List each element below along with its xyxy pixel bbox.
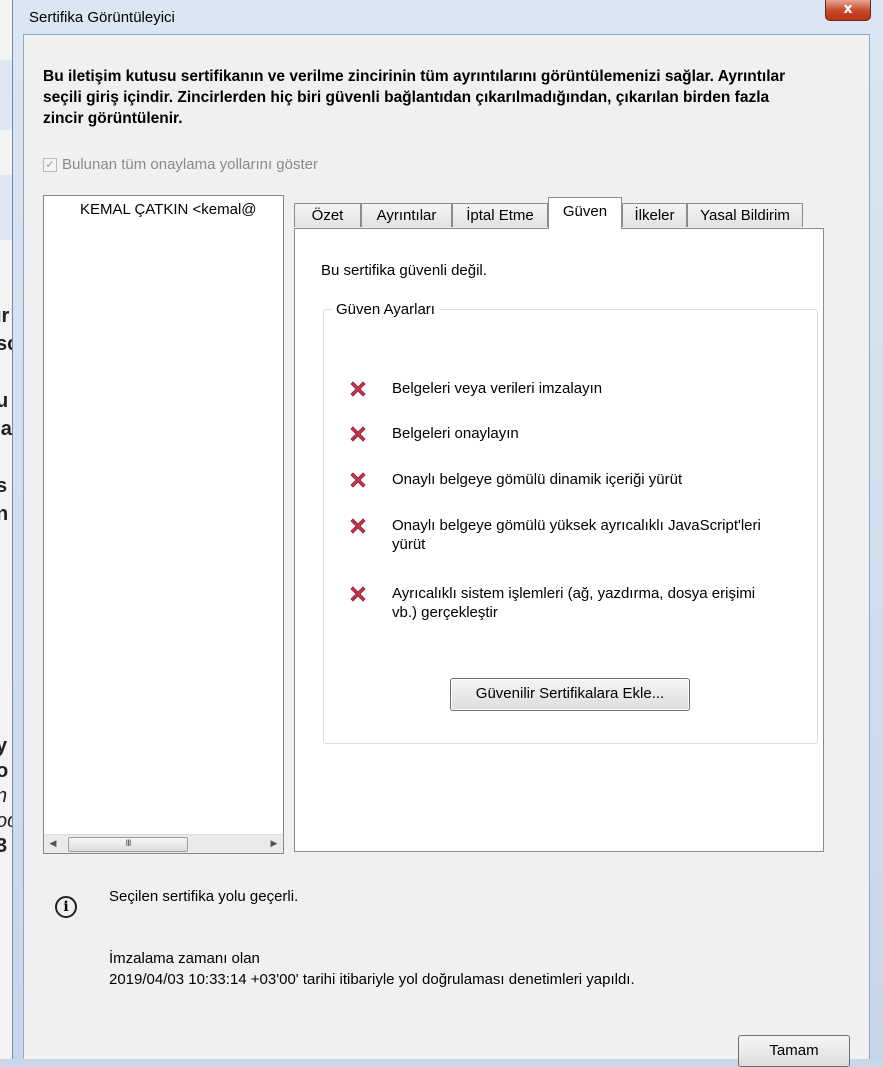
validation-detail-line1: İmzalama zamanı olan <box>109 950 260 967</box>
tab-ilkeler[interactable]: İlkeler <box>622 203 687 227</box>
background-text: n <box>0 785 7 808</box>
group-title: Güven Ayarları <box>332 301 439 318</box>
tab-ayrintilar[interactable]: Ayrıntılar <box>361 203 452 227</box>
trust-settings-group: Güven Ayarları Belgeleri veya verileri i… <box>323 301 818 744</box>
scroll-right-icon[interactable]: ▶ <box>265 835 283 853</box>
tab-yasal-bildirim[interactable]: Yasal Bildirim <box>687 203 803 227</box>
permission-label: Onaylı belgeye gömülü dinamik içeriği yü… <box>392 471 683 488</box>
dialog-client-area: Bu iletişim kutusu sertifikanın ve veril… <box>23 34 870 1067</box>
validation-detail-line2: 2019/04/03 10:33:14 +03'00' tarihi itiba… <box>109 971 635 988</box>
denied-x-icon <box>350 518 366 534</box>
chain-item[interactable]: KEMAL ÇATKIN <kemal@ <box>80 201 280 218</box>
scroll-thumb[interactable]: III <box>68 837 188 852</box>
permission-label: Belgeleri veya verileri imzalayın <box>392 380 603 397</box>
permission-row: Belgeleri veya verileri imzalayın <box>348 379 772 399</box>
background-text: s <box>0 475 8 497</box>
info-icon: i <box>55 896 77 918</box>
permission-row: Ayrıcalıklı sistem işlemleri (ağ, yazdır… <box>348 584 772 622</box>
trust-status: Bu sertifika güvenli değil. <box>321 262 487 279</box>
close-button[interactable]: x <box>825 0 871 21</box>
checkbox[interactable]: ✓ <box>43 157 57 172</box>
permission-label: Belgeleri onaylayın <box>392 425 519 442</box>
window-title: Sertifika Görüntüleyici <box>29 9 175 26</box>
scroll-left-icon[interactable]: ◀ <box>44 835 62 853</box>
background-text: y <box>0 735 8 757</box>
tab-ozet[interactable]: Özet <box>294 203 361 227</box>
certificate-chain-tree[interactable]: KEMAL ÇATKIN <kemal@ ◀ III ▶ <box>43 195 284 854</box>
denied-x-icon <box>350 586 366 602</box>
tab-guven[interactable]: Güven <box>548 197 622 229</box>
permission-row: Belgeleri onaylayın <box>348 424 772 444</box>
tab-iptal-etme[interactable]: İptal Etme <box>452 203 548 227</box>
background-text: u <box>0 390 9 412</box>
permission-row: Onaylı belgeye gömülü yüksek ayrıcalıklı… <box>348 516 772 554</box>
ok-button[interactable]: Tamam <box>738 1035 850 1067</box>
background-text: n <box>0 503 9 525</box>
close-icon: x <box>843 1 853 17</box>
horizontal-scrollbar[interactable]: ◀ III ▶ <box>44 834 283 853</box>
title-bar: Sertifika Görüntüleyici x <box>13 0 883 34</box>
background-text: o <box>0 760 9 782</box>
show-all-paths-label: Bulunan tüm onaylama yollarını göster <box>62 156 318 173</box>
background-text: 'a <box>0 418 12 440</box>
background-text: ır <box>0 305 10 327</box>
permission-label: Onaylı belgeye gömülü yüksek ayrıcalıklı… <box>392 517 761 553</box>
permission-label: Ayrıcalıklı sistem işlemleri (ağ, yazdır… <box>392 585 756 621</box>
certificate-viewer-dialog: Sertifika Görüntüleyici x Bu iletişim ku… <box>12 0 883 1067</box>
denied-x-icon <box>350 381 366 397</box>
trust-tab-panel: Bu sertifika güvenli değil. Güven Ayarla… <box>294 228 824 852</box>
permission-row: Onaylı belgeye gömülü dinamik içeriği yü… <box>348 470 772 490</box>
denied-x-icon <box>350 472 366 488</box>
show-all-paths-checkbox-row[interactable]: ✓ Bulunan tüm onaylama yollarını göster <box>43 156 318 173</box>
denied-x-icon <box>350 426 366 442</box>
dialog-description: Bu iletişim kutusu sertifikanın ve veril… <box>43 68 786 127</box>
validation-summary: Seçilen sertifika yolu geçerli. <box>109 888 299 905</box>
background-text: 3 <box>0 835 8 857</box>
add-to-trusted-certificates-button[interactable]: Güvenilir Sertifikalara Ekle... <box>450 678 690 711</box>
